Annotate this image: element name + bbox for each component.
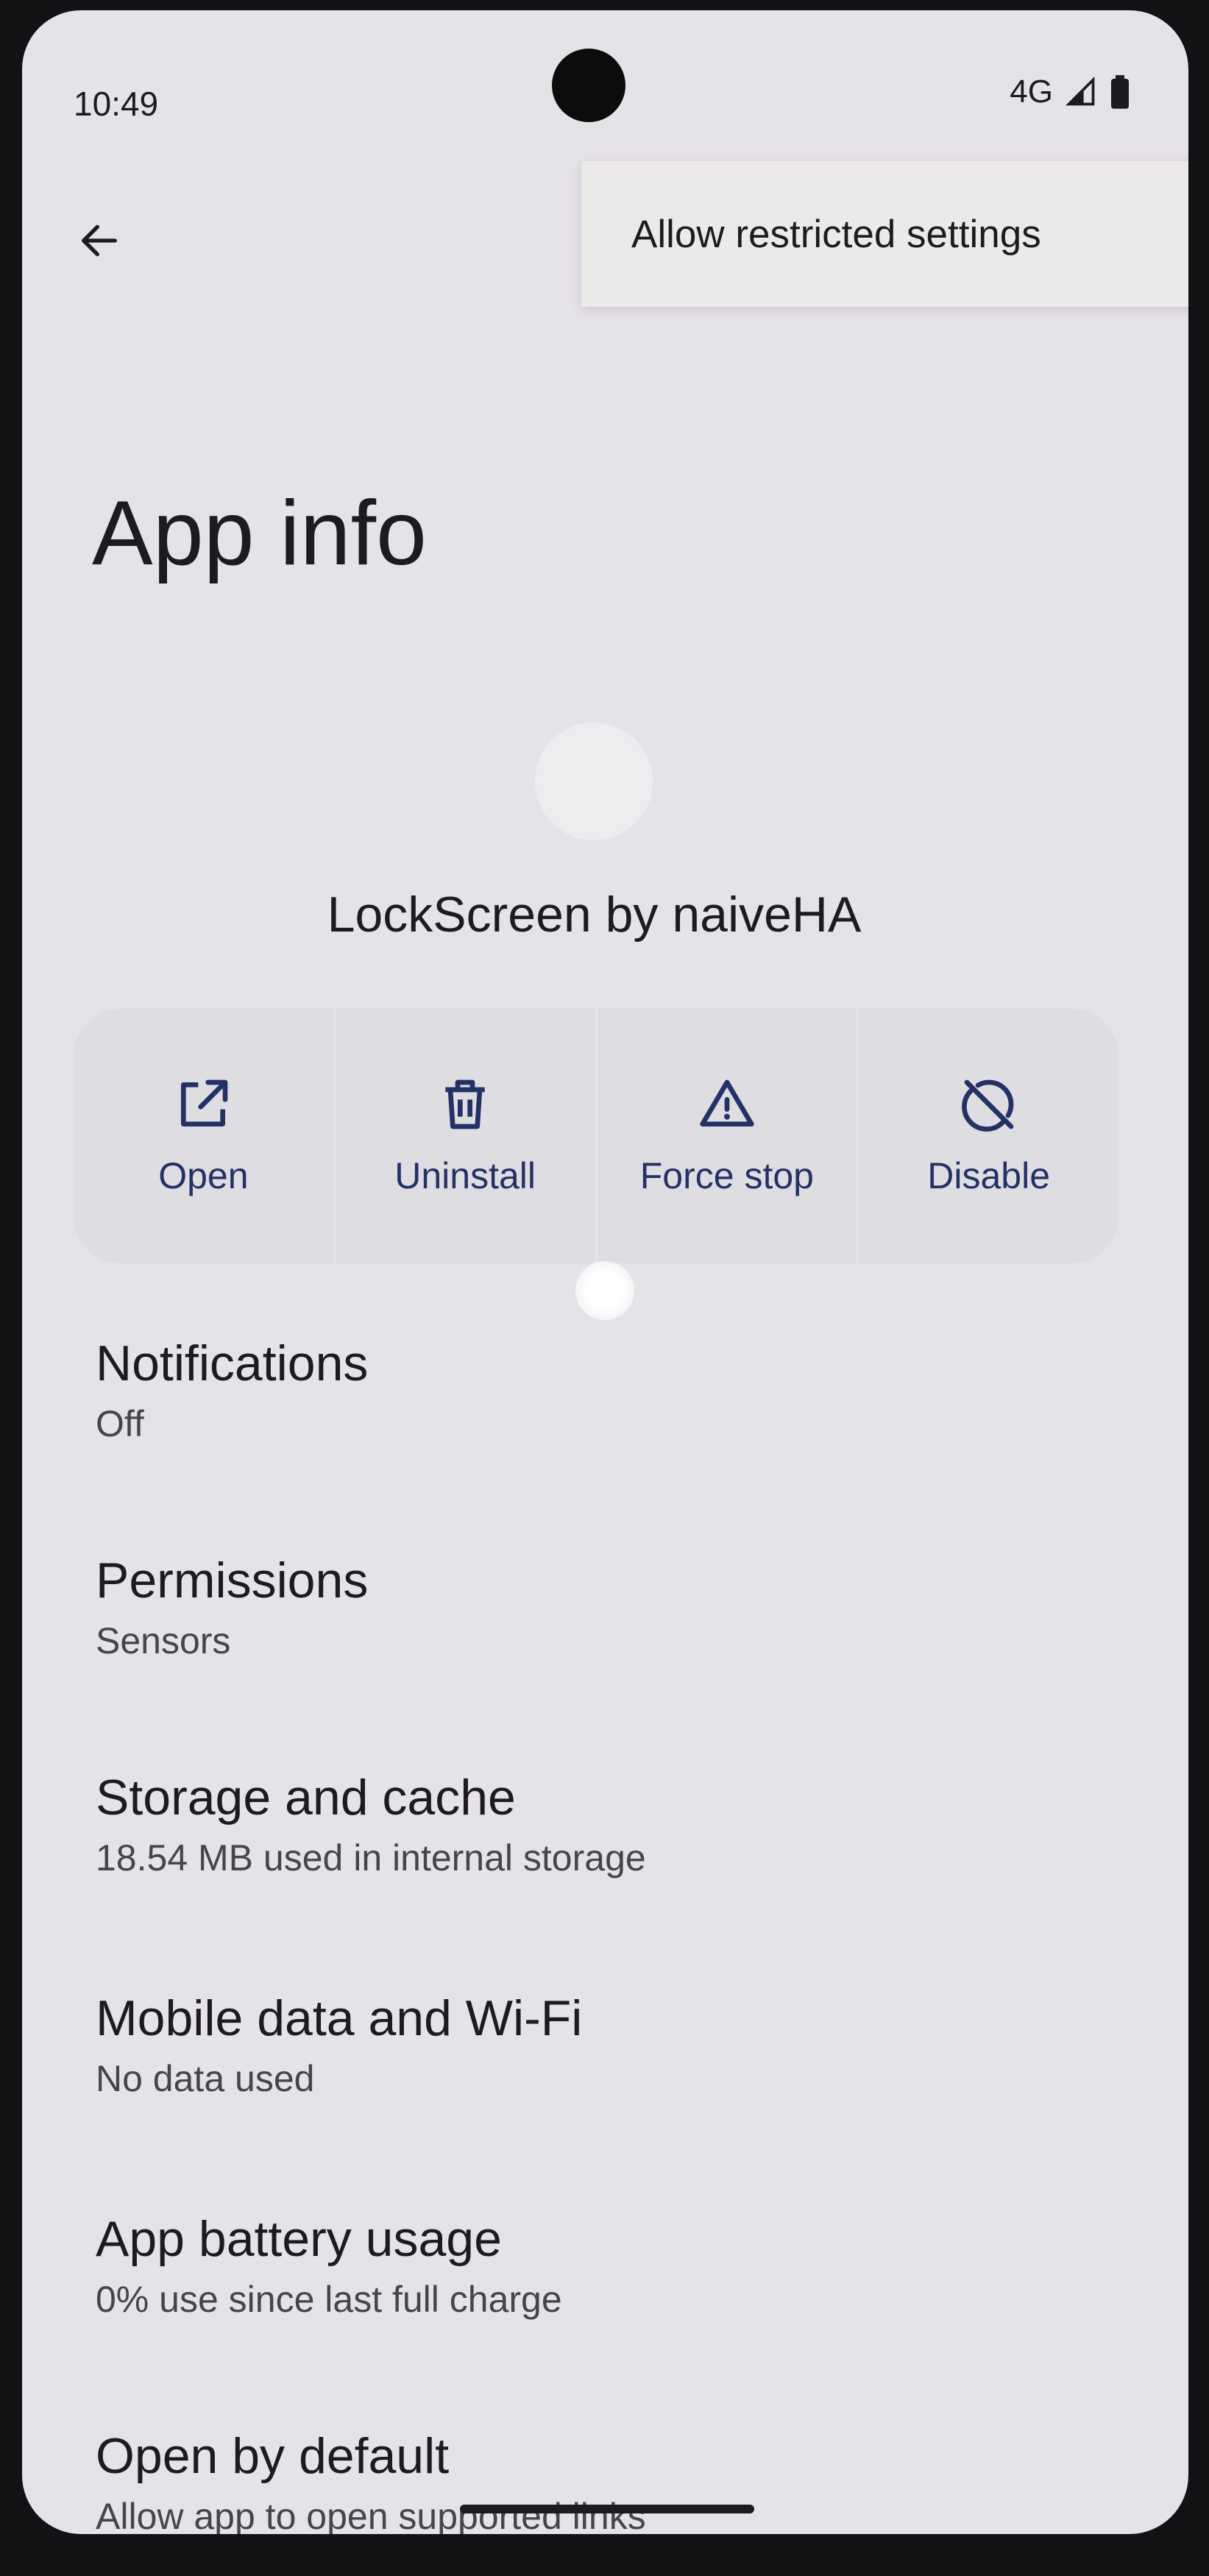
light-reflection (575, 1261, 634, 1320)
pref-title: App battery usage (96, 2211, 502, 2267)
overflow-menu-popup: Allow restricted settings (581, 161, 1188, 307)
network-type: 4G (1010, 74, 1053, 110)
back-button[interactable] (66, 209, 132, 275)
pref-summary: Off (96, 1403, 144, 1445)
pref-title: Open by default (96, 2428, 450, 2484)
trash-icon (436, 1075, 494, 1134)
uninstall-label: Uninstall (394, 1155, 536, 1196)
gesture-navigation-handle[interactable] (460, 2505, 754, 2513)
status-icons: 4G (1010, 74, 1131, 110)
page-title: App info (92, 483, 428, 584)
pref-summary: 18.54 MB used in internal storage (96, 1837, 646, 1879)
menu-item-allow-restricted-settings[interactable]: Allow restricted settings (631, 212, 1041, 257)
signal-icon (1065, 76, 1097, 108)
open-external-icon (174, 1075, 233, 1134)
pref-summary: 0% use since last full charge (96, 2279, 562, 2321)
pref-open-by-default[interactable]: Open by default Allow app to open suppor… (96, 2427, 1126, 2534)
app-icon (535, 723, 653, 840)
disable-label: Disable (927, 1155, 1050, 1196)
pref-summary: Allow app to open supported links (96, 2496, 646, 2534)
action-buttons-panel: Open Uninstall Force stop Disable (74, 1009, 1118, 1263)
disable-button[interactable]: Disable (859, 1009, 1118, 1263)
front-camera (552, 49, 625, 122)
open-label: Open (158, 1155, 249, 1196)
battery-icon (1109, 74, 1131, 110)
force-stop-button[interactable]: Force stop (598, 1009, 859, 1263)
pref-permissions[interactable]: Permissions Sensors (96, 1552, 1126, 1662)
open-button[interactable]: Open (74, 1009, 336, 1263)
force-stop-label: Force stop (639, 1155, 814, 1196)
pref-title: Permissions (96, 1553, 369, 1608)
pref-title: Notifications (96, 1335, 369, 1391)
app-name: LockScreen by naiveHA (327, 887, 862, 943)
status-time: 10:49 (74, 85, 159, 123)
disable-icon (960, 1075, 1018, 1134)
pref-summary: No data used (96, 2058, 315, 2100)
pref-title: Storage and cache (96, 1770, 516, 1825)
pref-storage-and-cache[interactable]: Storage and cache 18.54 MB used in inter… (96, 1769, 1126, 1879)
pref-mobile-data-wifi[interactable]: Mobile data and Wi-Fi No data used (96, 1990, 1126, 2100)
pref-app-battery-usage[interactable]: App battery usage 0% use since last full… (96, 2210, 1126, 2321)
uninstall-button[interactable]: Uninstall (336, 1009, 598, 1263)
pref-notifications[interactable]: Notifications Off (96, 1335, 1126, 1445)
arrow-left-icon (76, 217, 123, 268)
screen: 10:49 4G Allow restricted settings App i… (22, 10, 1188, 2534)
pref-summary: Sensors (96, 1620, 231, 1662)
pref-title: Mobile data and Wi-Fi (96, 1990, 583, 2046)
warning-triangle-icon (696, 1075, 758, 1134)
